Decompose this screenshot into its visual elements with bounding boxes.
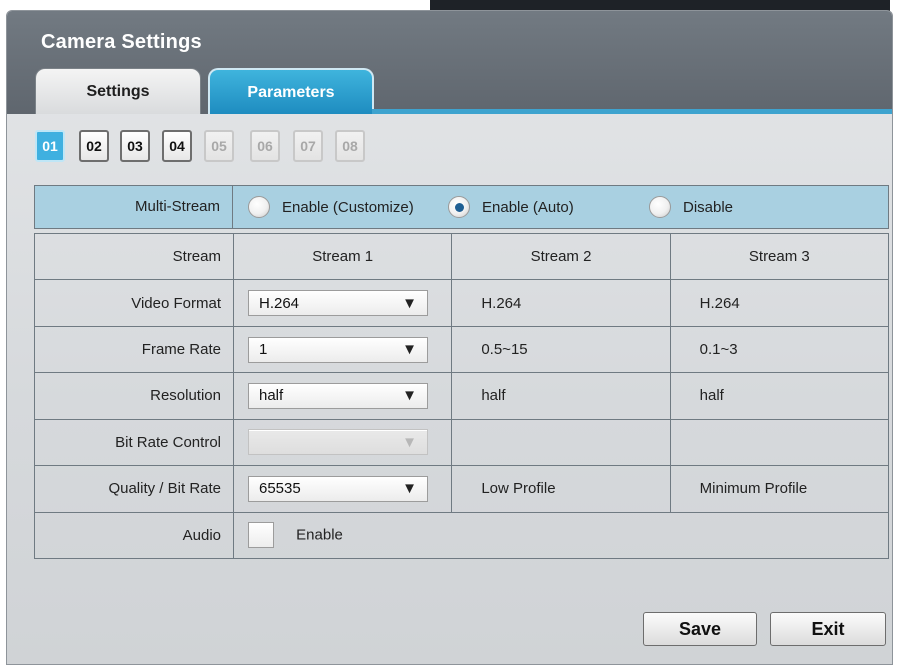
radio-label: Enable (Auto): [482, 198, 574, 216]
title-bar: Camera Settings Settings Parameters: [7, 11, 892, 114]
stream2-resolution: half: [451, 372, 671, 420]
audio-enable-label: Enable: [296, 526, 343, 544]
radio-enable-customize[interactable]: Enable (Customize): [248, 186, 414, 228]
row-label-frame-rate: Frame Rate: [34, 325, 234, 374]
channel-button-07: 07: [293, 130, 323, 162]
row-label-video-format: Video Format: [34, 279, 234, 327]
dropdown-arrow-icon: ▼: [402, 480, 417, 498]
stream1-video-format-cell: H.264 ▼: [232, 279, 453, 327]
table-row-bit-rate-control: Bit Rate Control ▼: [34, 418, 890, 467]
channel-button-01[interactable]: 01: [35, 130, 65, 162]
radio-button-icon[interactable]: [649, 196, 671, 218]
column-header-stream-1: Stream 1: [232, 232, 453, 281]
stream1-resolution-cell: half ▼: [232, 372, 453, 420]
table-row-resolution: Resolution half ▼ half half: [34, 372, 890, 420]
channel-button-08: 08: [335, 130, 365, 162]
stream3-frame-rate: 0.1~3: [669, 325, 890, 374]
video-format-select[interactable]: H.264 ▼: [248, 290, 428, 317]
exit-button[interactable]: Exit: [770, 612, 886, 646]
stream3-video-format: H.264: [669, 279, 890, 327]
stream1-frame-rate-cell: 1 ▼: [232, 325, 453, 374]
select-value: 65535: [259, 480, 301, 498]
window-title: Camera Settings: [41, 31, 202, 53]
stream3-resolution: half: [669, 372, 890, 420]
dropdown-arrow-icon: ▼: [402, 387, 417, 405]
audio-enable-checkbox[interactable]: [248, 522, 274, 549]
table-row-audio: Audio Enable: [34, 511, 889, 560]
tab-underline: [372, 109, 892, 114]
audio-cell: Enable: [233, 511, 889, 560]
stream1-bit-rate-control-cell: ▼: [232, 418, 453, 467]
camera-settings-window: Camera Settings Settings Parameters 01 0…: [6, 10, 893, 665]
channel-button-04[interactable]: 04: [162, 130, 192, 162]
radio-label: Disable: [683, 198, 734, 216]
table-row-video-format: Video Format H.264 ▼ H.264 H.264: [34, 279, 890, 327]
channel-button-03[interactable]: 03: [120, 130, 150, 162]
bit-rate-control-select: ▼: [248, 429, 428, 456]
multistream-row: Multi-Stream Enable (Customize) Enable (…: [34, 185, 889, 229]
stream-settings-table: Stream Stream 1 Stream 2 Stream 3 Video …: [34, 232, 890, 560]
row-label-quality: Quality / Bit Rate: [34, 465, 234, 513]
channel-button-06: 06: [250, 130, 280, 162]
stream3-bit-rate-control: [669, 418, 890, 467]
tab-settings[interactable]: Settings: [35, 68, 201, 114]
radio-button-icon[interactable]: [248, 196, 270, 218]
dropdown-arrow-icon: ▼: [402, 294, 417, 312]
select-value: 1: [259, 341, 268, 359]
quality-select[interactable]: 65535 ▼: [248, 475, 428, 502]
column-header-stream-3: Stream 3: [669, 232, 890, 281]
row-label-stream: Stream: [34, 232, 234, 281]
channel-button-02[interactable]: 02: [79, 130, 109, 162]
save-button[interactable]: Save: [643, 612, 757, 646]
stream1-quality-cell: 65535 ▼: [232, 465, 453, 513]
table-row-quality: Quality / Bit Rate 65535 ▼ Low Profile M…: [34, 465, 890, 513]
radio-disable[interactable]: Disable: [649, 186, 733, 228]
table-header-row: Stream Stream 1 Stream 2 Stream 3: [34, 232, 890, 281]
column-header-stream-2: Stream 2: [451, 232, 671, 281]
radio-button-selected-icon[interactable]: [448, 196, 470, 218]
channel-button-05: 05: [204, 130, 234, 162]
multistream-label: Multi-Stream: [35, 186, 233, 228]
row-label-bit-rate-control: Bit Rate Control: [34, 418, 234, 467]
select-value: half: [259, 387, 284, 405]
tab-parameters[interactable]: Parameters: [208, 68, 374, 114]
stream3-quality: Minimum Profile: [669, 465, 890, 513]
stream2-video-format: H.264: [451, 279, 671, 327]
table-row-frame-rate: Frame Rate 1 ▼ 0.5~15 0.1~3: [34, 325, 890, 374]
row-label-audio: Audio: [34, 511, 234, 560]
frame-rate-select[interactable]: 1 ▼: [248, 336, 428, 363]
resolution-select[interactable]: half ▼: [248, 382, 428, 409]
radio-enable-auto[interactable]: Enable (Auto): [448, 186, 574, 228]
stream2-frame-rate: 0.5~15: [451, 325, 671, 374]
stream2-quality: Low Profile: [451, 465, 671, 513]
dropdown-arrow-icon: ▼: [402, 433, 417, 451]
stream2-bit-rate-control: [451, 418, 671, 467]
radio-label: Enable (Customize): [282, 198, 414, 216]
row-label-resolution: Resolution: [34, 372, 234, 420]
select-value: H.264: [259, 294, 300, 312]
dropdown-arrow-icon: ▼: [402, 341, 417, 359]
